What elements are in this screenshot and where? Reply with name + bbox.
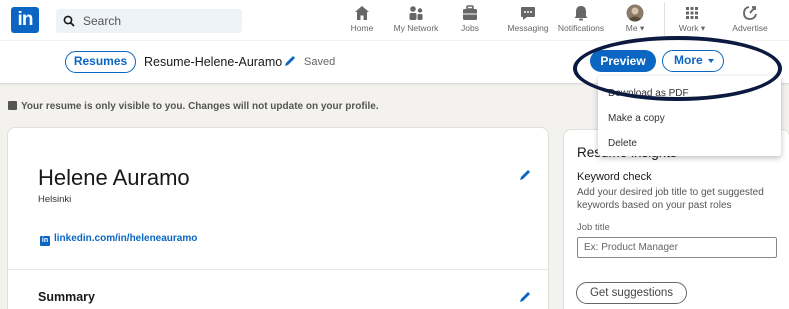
resumes-button[interactable]: Resumes: [65, 51, 136, 73]
keyword-check-description: Add your desired job title to get sugges…: [577, 187, 764, 211]
menu-item-delete[interactable]: Delete: [608, 138, 637, 149]
nav-label: Home: [350, 23, 374, 33]
grid-icon: [686, 7, 698, 19]
linkedin-url: linkedin.com/in/heleneauramo: [54, 233, 198, 244]
nav-jobs[interactable]: Jobs: [455, 3, 485, 37]
messaging-icon: [521, 7, 535, 20]
linkedin-logo[interactable]: in: [11, 7, 39, 33]
advertise-icon: [743, 6, 757, 20]
profile-name: Helene Auramo: [38, 165, 190, 190]
linkedin-small-icon: in: [40, 236, 50, 246]
privacy-notice: Your resume is only visible to you. Chan…: [8, 101, 379, 112]
edit-pencil-icon[interactable]: [518, 290, 532, 304]
nav-work-label: Work: [678, 23, 699, 33]
nav-notifications[interactable]: Notifications: [553, 3, 609, 37]
resume-card: Helene Auramo Helsinki in linkedin.com/in…: [8, 128, 548, 309]
nav-label: Work ▾: [678, 23, 706, 33]
nav-label: Messaging: [507, 23, 549, 33]
bell-icon: [574, 6, 588, 21]
nav-home[interactable]: Home: [345, 3, 379, 37]
nav-me[interactable]: Me ▾: [620, 3, 650, 37]
avatar-icon: [626, 4, 644, 22]
nav-work[interactable]: Work ▾: [675, 3, 709, 37]
insights-card: Resume insights Keyword check Add your d…: [564, 130, 789, 309]
nav-label: Me ▾: [625, 23, 645, 33]
briefcase-icon: [463, 5, 477, 20]
home-icon: [355, 6, 369, 20]
edit-pencil-icon[interactable]: [518, 168, 532, 182]
nav-me-label: Me: [625, 23, 638, 33]
linkedin-profile-link[interactable]: in linkedin.com/in/heleneauramo: [40, 233, 197, 246]
search-box[interactable]: [56, 9, 242, 33]
nav-advertise[interactable]: Advertise: [729, 3, 771, 37]
nav-label: Notifications: [557, 23, 605, 33]
network-icon: [409, 6, 423, 20]
section-divider: [8, 269, 548, 270]
menu-item-make-copy[interactable]: Make a copy: [608, 113, 665, 124]
profile-city: Helsinki: [38, 194, 72, 205]
lock-icon: [8, 101, 17, 110]
nav-label: Advertise: [732, 23, 768, 33]
resume-title: Resume-Helene-Auramo: [144, 55, 283, 69]
nav-divider: [664, 2, 665, 38]
nav-my-network[interactable]: My Network: [389, 3, 443, 37]
saved-status: Saved: [304, 56, 336, 68]
annotation-oval: [573, 36, 782, 101]
keyword-check-heading: Keyword check: [577, 171, 652, 183]
job-title-label: Job title: [577, 222, 610, 233]
nav-label: Jobs: [461, 23, 479, 33]
get-suggestions-button[interactable]: Get suggestions: [576, 282, 687, 304]
search-input[interactable]: [83, 9, 233, 33]
top-nav: in Home My Network Jobs Messagi: [0, 0, 789, 40]
pencil-icon[interactable]: [283, 54, 297, 68]
privacy-notice-text: Your resume is only visible to you. Chan…: [21, 101, 379, 112]
nav-label: My Network: [393, 23, 439, 33]
search-icon: [63, 15, 75, 27]
nav-messaging[interactable]: Messaging: [505, 3, 551, 37]
summary-heading: Summary: [38, 290, 95, 304]
job-title-input[interactable]: [577, 237, 777, 258]
